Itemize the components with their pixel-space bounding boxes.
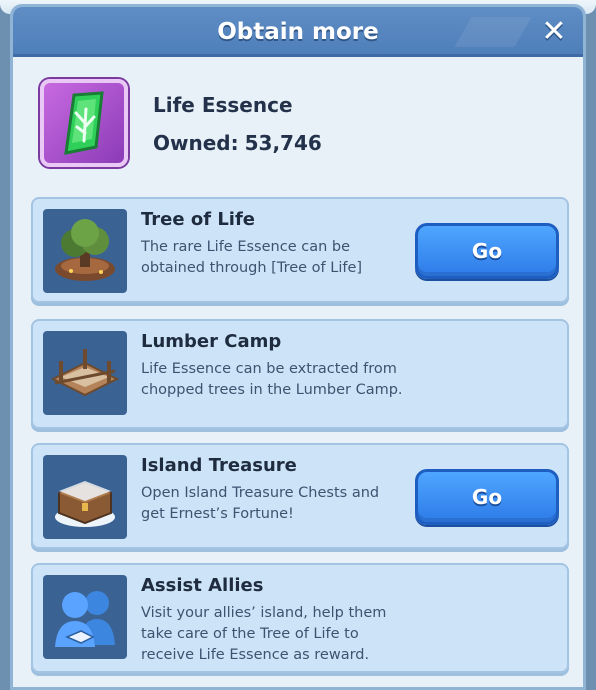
dialog-title: Obtain more (217, 19, 379, 45)
owned-value: 53,746 (244, 131, 322, 155)
owned-label: Owned: (153, 131, 239, 155)
item-name: Life Essence (153, 93, 293, 117)
source-title: Tree of Life (141, 209, 256, 230)
source-description: Visit your allies’ island, help them tak… (141, 605, 387, 663)
source-card-lumber-camp: Lumber Camp Life Essence can be extracte… (31, 319, 569, 429)
dialog-header: Obtain more ✕ (13, 7, 583, 57)
source-card-assist-allies: Assist Allies Visit your allies’ island,… (31, 563, 569, 673)
source-description: Open Island Treasure Chests and get Erne… (141, 485, 380, 522)
source-title: Island Treasure (141, 455, 297, 476)
life-essence-icon (40, 79, 128, 167)
go-button-island-treasure[interactable]: Go (415, 469, 559, 525)
source-card-tree-of-life: Tree of Life The rare Life Essence can b… (31, 197, 569, 303)
allies-handshake-icon (43, 575, 127, 659)
source-description: Life Essence can be extracted from chopp… (141, 361, 403, 398)
item-summary: Life Essence Owned: 53,746 (37, 75, 557, 171)
source-card-island-treasure: Island Treasure Open Island Treasure Che… (31, 443, 569, 549)
owned-count: Owned: 53,746 (153, 131, 322, 155)
obtain-more-dialog: Obtain more ✕ Life Essence Owned:53,746 (10, 4, 586, 690)
source-title: Lumber Camp (141, 331, 282, 352)
go-button-tree-of-life[interactable]: Go (415, 223, 559, 279)
close-icon: ✕ (541, 14, 567, 49)
source-title: Assist Allies (141, 575, 264, 596)
treasure-chest-icon (43, 455, 127, 539)
close-button[interactable]: ✕ (537, 15, 571, 49)
lumber-camp-icon (43, 331, 127, 415)
source-description: The rare Life Essence can be obtained th… (141, 239, 363, 276)
tree-of-life-icon (43, 209, 127, 293)
